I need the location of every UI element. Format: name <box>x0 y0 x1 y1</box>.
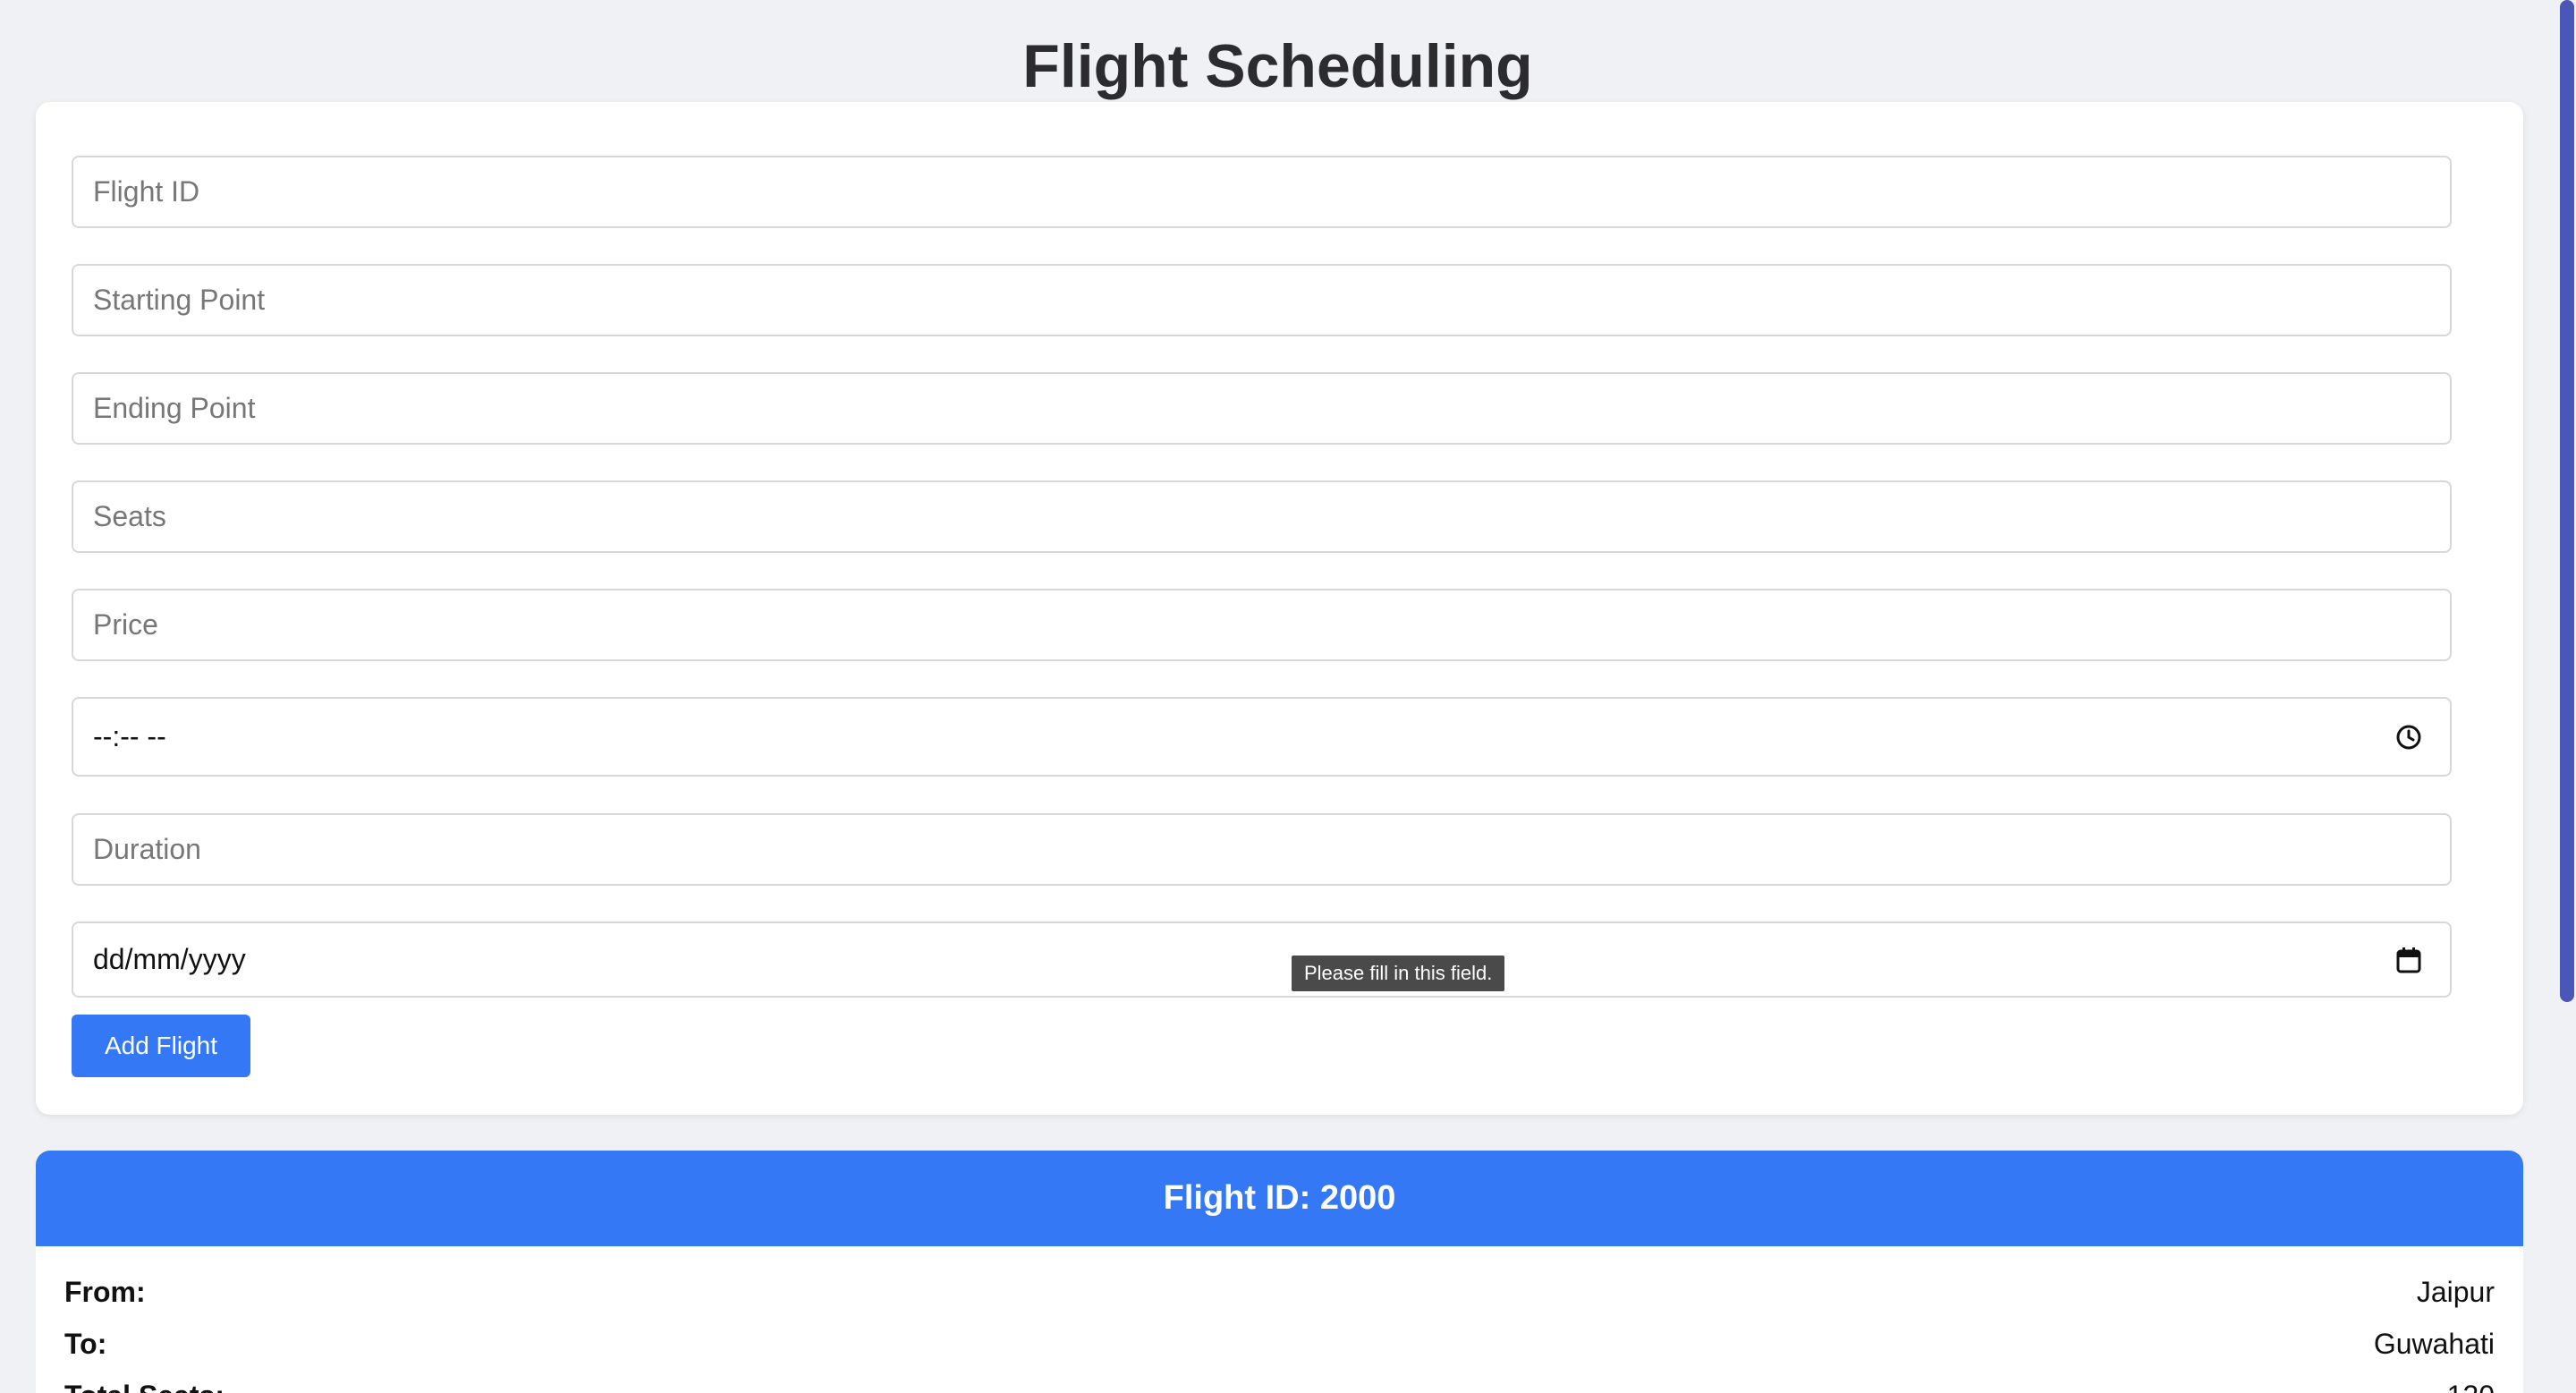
detail-label-total-seats: Total Seats: <box>64 1380 225 1393</box>
detail-label-to: To: <box>64 1327 107 1360</box>
page-scrollbar[interactable] <box>2556 0 2576 1393</box>
page: Flight Scheduling Flight ID Starting Poi… <box>0 0 2576 1393</box>
detail-label-from: From: <box>64 1275 146 1308</box>
ending-point-input[interactable]: Ending Point <box>72 372 2452 445</box>
flight-form: Flight ID Starting Point Ending Point Se… <box>36 102 2523 1115</box>
flight-card: Flight ID: 2000 From: Jaipur To: Guwahat… <box>36 1151 2523 1393</box>
flight-detail-row: To: Guwahati <box>64 1326 2495 1362</box>
flight-card-header: Flight ID: 2000 <box>36 1151 2523 1246</box>
clock-icon[interactable] <box>2394 723 2423 752</box>
add-flight-button[interactable]: Add Flight <box>72 1015 250 1077</box>
time-input[interactable]: --:-- -- <box>72 697 2452 777</box>
starting-point-input[interactable]: Starting Point <box>72 264 2452 336</box>
detail-value-from: Jaipur <box>2416 1275 2495 1308</box>
validation-tooltip: Please fill in this field. <box>1292 956 1505 991</box>
page-title: Flight Scheduling <box>1022 32 1533 100</box>
detail-value-total-seats: 120 <box>2447 1380 2495 1393</box>
time-input-value: --:-- -- <box>93 720 166 752</box>
flight-detail-row: From: Jaipur <box>64 1274 2495 1310</box>
date-input-value: dd/mm/yyyy <box>93 943 246 975</box>
flight-id-input[interactable]: Flight ID <box>72 156 2452 228</box>
flight-detail-row: Total Seats: 120 <box>64 1378 2495 1393</box>
date-input[interactable]: dd/mm/yyyy <box>72 922 2452 998</box>
scrollbar-thumb[interactable] <box>2560 0 2574 1002</box>
price-input[interactable]: Price <box>72 589 2452 661</box>
seats-input[interactable]: Seats <box>72 480 2452 553</box>
calendar-icon[interactable] <box>2394 946 2423 974</box>
duration-input[interactable]: Duration <box>72 813 2452 886</box>
detail-value-to: Guwahati <box>2373 1327 2495 1360</box>
